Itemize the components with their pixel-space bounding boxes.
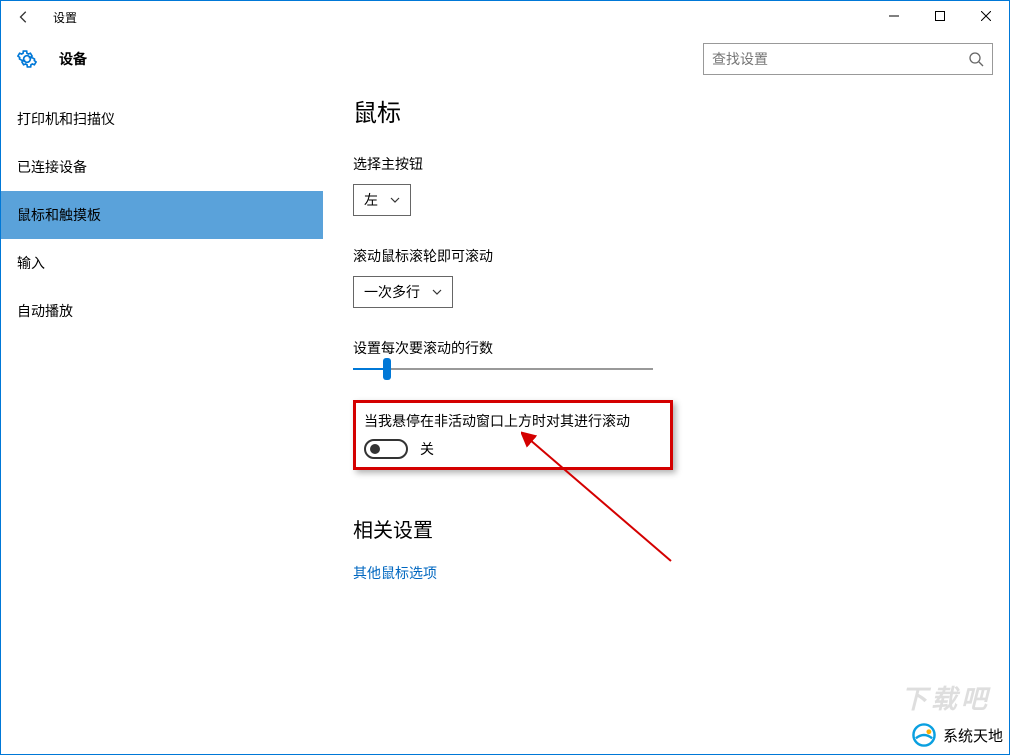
sidebar-item-printers[interactable]: 打印机和扫描仪 — [1, 95, 323, 143]
other-mouse-options-link[interactable]: 其他鼠标选项 — [353, 563, 1009, 583]
titlebar: 设置 — [1, 1, 1009, 33]
header: 设备 — [1, 33, 1009, 85]
sidebar-item-label: 自动播放 — [17, 301, 73, 321]
window-title: 设置 — [53, 9, 77, 26]
download-watermark: 下载吧 — [901, 679, 991, 716]
window-controls — [871, 1, 1009, 31]
search-box[interactable] — [703, 43, 993, 75]
brand-text: 系统天地 — [943, 725, 1003, 746]
chevron-down-icon — [390, 197, 400, 203]
sidebar-item-label: 已连接设备 — [17, 157, 87, 177]
minimize-icon — [889, 11, 899, 21]
category-title: 设备 — [59, 49, 87, 69]
sidebar-item-typing[interactable]: 输入 — [1, 239, 323, 287]
page-title: 鼠标 — [353, 93, 1009, 128]
gear-icon — [17, 49, 37, 69]
select-value: 一次多行 — [364, 282, 420, 302]
select-value: 左 — [364, 190, 378, 210]
content: 鼠标 选择主按钮 左 滚动鼠标滚轮即可滚动 一次多行 设置每次要滚动的行数 当我… — [323, 85, 1009, 754]
primary-button-label: 选择主按钮 — [353, 154, 1009, 174]
lines-slider[interactable] — [353, 368, 653, 370]
sidebar-item-connected-devices[interactable]: 已连接设备 — [1, 143, 323, 191]
brand-watermark: 系统天地 — [911, 722, 1003, 748]
sidebar-item-autoplay[interactable]: 自动播放 — [1, 287, 323, 335]
related-section-title: 相关设置 — [353, 514, 1009, 543]
sidebar-item-mouse-touchpad[interactable]: 鼠标和触摸板 — [1, 191, 323, 239]
back-button[interactable] — [9, 2, 39, 32]
minimize-button[interactable] — [871, 1, 917, 31]
toggle-state: 关 — [420, 439, 434, 459]
search-icon — [968, 51, 984, 67]
settings-window: 设置 设备 打印机和扫描仪 已连接设备 鼠标和触摸板 输入 — [0, 0, 1010, 755]
maximize-button[interactable] — [917, 1, 963, 31]
sidebar-item-label: 鼠标和触摸板 — [17, 205, 101, 225]
sidebar-item-label: 打印机和扫描仪 — [17, 109, 115, 129]
globe-icon — [911, 722, 937, 748]
hover-scroll-toggle-row: 关 — [364, 439, 662, 459]
hover-scroll-label: 当我悬停在非活动窗口上方时对其进行滚动 — [364, 411, 662, 431]
slider-thumb[interactable] — [383, 358, 391, 380]
primary-button-select[interactable]: 左 — [353, 184, 411, 216]
arrow-left-icon — [17, 10, 31, 24]
lines-label: 设置每次要滚动的行数 — [353, 338, 1009, 358]
sidebar-item-label: 输入 — [17, 253, 45, 273]
scroll-mode-label: 滚动鼠标滚轮即可滚动 — [353, 246, 1009, 266]
chevron-down-icon — [432, 289, 442, 295]
maximize-icon — [935, 11, 945, 21]
hover-scroll-toggle[interactable] — [364, 439, 408, 459]
annotation-highlight: 当我悬停在非活动窗口上方时对其进行滚动 关 — [353, 400, 673, 470]
close-icon — [981, 11, 991, 21]
sidebar: 打印机和扫描仪 已连接设备 鼠标和触摸板 输入 自动播放 — [1, 85, 323, 754]
scroll-mode-select[interactable]: 一次多行 — [353, 276, 453, 308]
search-input[interactable] — [712, 51, 968, 67]
close-button[interactable] — [963, 1, 1009, 31]
toggle-knob — [370, 444, 380, 454]
body: 打印机和扫描仪 已连接设备 鼠标和触摸板 输入 自动播放 鼠标 选择主按钮 左 … — [1, 85, 1009, 754]
